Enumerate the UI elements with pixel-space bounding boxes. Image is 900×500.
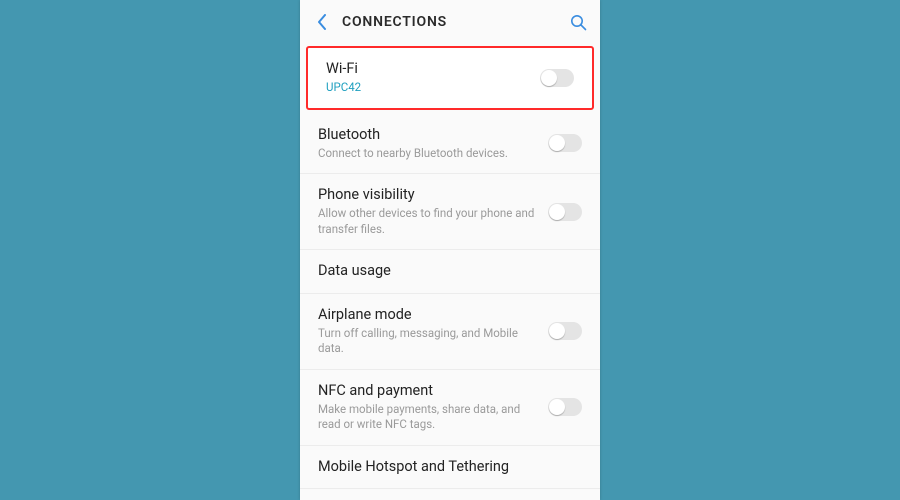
- settings-item-nfc[interactable]: NFC and payment Make mobile payments, sh…: [300, 369, 600, 445]
- airplane-mode-toggle[interactable]: [548, 322, 582, 340]
- settings-item-phone-visibility[interactable]: Phone visibility Allow other devices to …: [300, 173, 600, 249]
- phone-visibility-toggle[interactable]: [548, 203, 582, 221]
- item-subtext: Connect to nearby Bluetooth devices.: [318, 146, 540, 162]
- settings-item-data-usage[interactable]: Data usage: [300, 249, 600, 292]
- header: CONNECTIONS: [300, 0, 600, 44]
- stage: CONNECTIONS Wi-Fi UPC42 Bluetooth Connec…: [0, 0, 900, 500]
- item-label: Data usage: [318, 262, 582, 280]
- item-label: Mobile Hotspot and Tethering: [318, 458, 582, 476]
- settings-item-wifi[interactable]: Wi-Fi UPC42: [306, 46, 594, 110]
- item-subtext: Turn off calling, messaging, and Mobile …: [318, 326, 540, 357]
- item-label: Airplane mode: [318, 306, 540, 324]
- settings-item-bluetooth[interactable]: Bluetooth Connect to nearby Bluetooth de…: [300, 114, 600, 174]
- phone-screen: CONNECTIONS Wi-Fi UPC42 Bluetooth Connec…: [300, 0, 600, 500]
- settings-item-hotspot[interactable]: Mobile Hotspot and Tethering: [300, 445, 600, 488]
- item-subtext: UPC42: [326, 80, 532, 96]
- chevron-left-icon: [317, 14, 327, 30]
- page-title: CONNECTIONS: [342, 14, 447, 30]
- settings-item-airplane-mode[interactable]: Airplane mode Turn off calling, messagin…: [300, 293, 600, 369]
- item-label: Phone visibility: [318, 186, 540, 204]
- item-subtext: Make mobile payments, share data, and re…: [318, 402, 540, 433]
- back-button[interactable]: [312, 12, 332, 32]
- search-icon: [570, 14, 587, 31]
- item-label: NFC and payment: [318, 382, 540, 400]
- settings-list: Wi-Fi UPC42 Bluetooth Connect to nearby …: [300, 46, 600, 500]
- settings-item-mobile-networks[interactable]: Mobile networks: [300, 488, 600, 500]
- item-subtext: Allow other devices to find your phone a…: [318, 206, 540, 237]
- wifi-toggle[interactable]: [540, 69, 574, 87]
- item-label: Bluetooth: [318, 126, 540, 144]
- bluetooth-toggle[interactable]: [548, 134, 582, 152]
- search-button[interactable]: [568, 12, 588, 32]
- item-label: Wi-Fi: [326, 60, 532, 78]
- nfc-toggle[interactable]: [548, 398, 582, 416]
